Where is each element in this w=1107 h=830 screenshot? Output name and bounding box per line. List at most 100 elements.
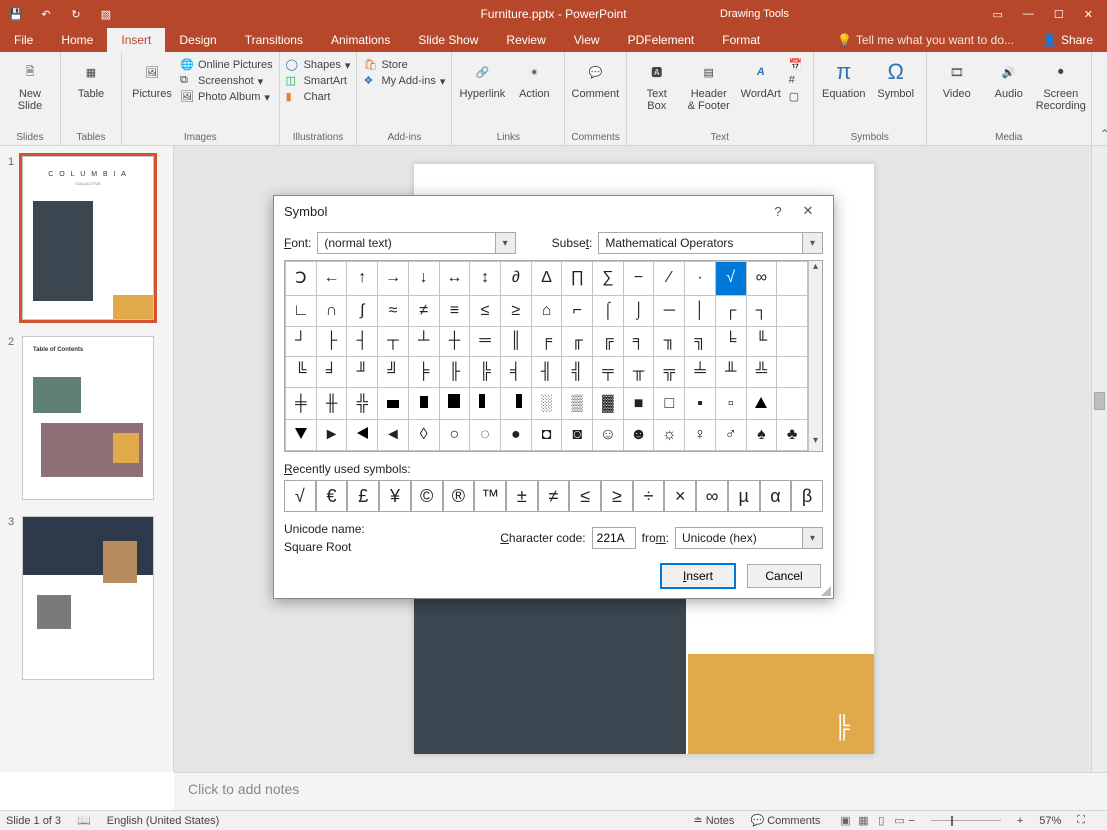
insert-button[interactable]: Insert bbox=[661, 564, 735, 588]
recent-symbol-cell[interactable]: ¥ bbox=[379, 480, 411, 512]
symbol-cell[interactable]: ► bbox=[316, 420, 347, 451]
symbol-cell[interactable]: ╢ bbox=[531, 357, 562, 388]
symbol-cell[interactable]: ╬ bbox=[347, 387, 378, 419]
symbol-cell[interactable]: Ↄ bbox=[286, 262, 317, 296]
recent-symbol-cell[interactable]: µ bbox=[728, 480, 760, 512]
symbol-cell[interactable]: ╩ bbox=[746, 357, 777, 388]
save-icon[interactable]: 💾 bbox=[6, 8, 26, 21]
symbol-cell[interactable]: ☺ bbox=[593, 420, 624, 451]
recent-symbol-cell[interactable]: × bbox=[664, 480, 696, 512]
status-comments-button[interactable]: 💬 Comments bbox=[750, 814, 820, 827]
symbol-cell[interactable]: ∑ bbox=[593, 262, 624, 296]
symbol-cell[interactable]: ╧ bbox=[685, 357, 716, 388]
symbol-cell[interactable]: ╜ bbox=[347, 357, 378, 388]
symbol-cell[interactable]: ◌ bbox=[470, 420, 501, 451]
notes-pane[interactable]: Click to add notes bbox=[174, 772, 1107, 810]
recent-symbol-cell[interactable]: £ bbox=[347, 480, 379, 512]
recent-symbol-cell[interactable]: © bbox=[411, 480, 443, 512]
symbol-cell[interactable] bbox=[746, 387, 777, 419]
dialog-help-button[interactable]: ? bbox=[763, 204, 793, 219]
symbol-cell[interactable]: ┴ bbox=[408, 326, 439, 357]
symbol-cell[interactable]: ☻ bbox=[623, 420, 654, 451]
symbol-cell[interactable]: ─ bbox=[654, 295, 685, 326]
char-code-input[interactable] bbox=[592, 527, 636, 549]
symbol-cell[interactable]: ∂ bbox=[500, 262, 531, 296]
normal-view-icon[interactable]: ▣ bbox=[836, 814, 854, 827]
tab-slideshow[interactable]: Slide Show bbox=[404, 28, 492, 52]
slide-thumbnail-3[interactable] bbox=[22, 516, 154, 680]
equation-button[interactable]: πEquation bbox=[820, 56, 868, 100]
symbol-cell[interactable]: ╙ bbox=[746, 326, 777, 357]
video-button[interactable]: 🎞Video bbox=[933, 56, 981, 100]
symbol-button[interactable]: ΩSymbol bbox=[872, 56, 920, 100]
symbol-cell[interactable]: ■ bbox=[623, 387, 654, 419]
fit-to-window-icon[interactable]: ⛶ bbox=[1077, 814, 1085, 827]
symbol-cell[interactable]: ∞ bbox=[746, 262, 777, 296]
symbol-cell[interactable] bbox=[777, 357, 808, 388]
symbol-cell[interactable]: ∏ bbox=[562, 262, 593, 296]
symbol-cell[interactable] bbox=[347, 420, 378, 451]
recent-symbol-cell[interactable]: € bbox=[316, 480, 348, 512]
symbol-cell[interactable] bbox=[378, 387, 409, 419]
symbol-cell[interactable]: ≤ bbox=[470, 295, 501, 326]
chart-button[interactable]: ▮Chart bbox=[286, 90, 351, 104]
scroll-up-icon[interactable]: ▴ bbox=[809, 261, 822, 277]
tab-format[interactable]: Format bbox=[708, 28, 774, 52]
symbol-cell[interactable]: ↓ bbox=[408, 262, 439, 296]
recent-symbol-cell[interactable]: ÷ bbox=[633, 480, 665, 512]
tell-me-search[interactable]: 💡 Tell me what you want to do... bbox=[823, 28, 1028, 52]
symbol-cell[interactable]: ↔ bbox=[439, 262, 470, 296]
canvas-vertical-scrollbar[interactable] bbox=[1091, 146, 1107, 772]
symbol-cell[interactable]: ⌡ bbox=[623, 295, 654, 326]
recent-symbol-cell[interactable]: α bbox=[760, 480, 792, 512]
restore-icon[interactable]: ☐ bbox=[1054, 8, 1064, 21]
wordart-button[interactable]: AWordArt bbox=[737, 56, 785, 100]
tab-review[interactable]: Review bbox=[492, 28, 559, 52]
symbol-cell[interactable]: ⌐ bbox=[562, 295, 593, 326]
store-button[interactable]: 🛍Store bbox=[363, 58, 445, 72]
symbol-cell[interactable]: ╪ bbox=[286, 387, 317, 419]
zoom-out-button[interactable]: − bbox=[908, 815, 914, 827]
audio-button[interactable]: 🔊Audio bbox=[985, 56, 1033, 100]
symbol-cell[interactable]: ∩ bbox=[316, 295, 347, 326]
symbol-cell[interactable]: ╞ bbox=[408, 357, 439, 388]
font-combobox[interactable]: (normal text) ▾ bbox=[317, 232, 515, 254]
reading-view-icon[interactable]: ▯ bbox=[872, 814, 890, 827]
recent-symbol-cell[interactable]: β bbox=[791, 480, 823, 512]
object-button[interactable]: ▢ bbox=[789, 90, 807, 104]
symbol-cell[interactable]: ╦ bbox=[654, 357, 685, 388]
tab-home[interactable]: Home bbox=[47, 28, 107, 52]
minimize-icon[interactable]: — bbox=[1023, 8, 1034, 21]
symbol-cell[interactable]: ┐ bbox=[746, 295, 777, 326]
table-button[interactable]: ▦ Table bbox=[67, 56, 115, 100]
recent-symbol-cell[interactable]: ± bbox=[506, 480, 538, 512]
collapse-ribbon-icon[interactable]: ⌃ bbox=[1098, 125, 1107, 143]
symbol-grid[interactable]: Ↄ←↑→↓↔↕∂∆∏∑−∕∙√∞∟∩∫≈≠≡≤≥⌂⌐⌠⌡─│┌┐┘├┤┬┴┼═║… bbox=[285, 261, 808, 451]
zoom-percent[interactable]: 57% bbox=[1039, 815, 1061, 827]
symbol-cell[interactable]: ║ bbox=[500, 326, 531, 357]
chevron-down-icon[interactable]: ▾ bbox=[802, 233, 822, 253]
symbol-cell[interactable]: ░ bbox=[531, 387, 562, 419]
symbol-cell[interactable]: ◄ bbox=[378, 420, 409, 451]
share-button[interactable]: 👤 Share bbox=[1028, 28, 1107, 52]
scrollbar-thumb[interactable] bbox=[1094, 392, 1105, 410]
symbol-cell[interactable]: ∕ bbox=[654, 262, 685, 296]
symbol-cell[interactable]: ╥ bbox=[623, 357, 654, 388]
recent-symbol-cell[interactable]: ≤ bbox=[569, 480, 601, 512]
zoom-slider-thumb[interactable] bbox=[951, 816, 953, 826]
symbol-cell[interactable]: ◘ bbox=[531, 420, 562, 451]
symbol-cell[interactable]: ♠ bbox=[746, 420, 777, 451]
recent-symbol-cell[interactable]: ™ bbox=[474, 480, 506, 512]
symbol-cell[interactable]: ⌠ bbox=[593, 295, 624, 326]
symbol-cell[interactable]: − bbox=[623, 262, 654, 296]
tab-animations[interactable]: Animations bbox=[317, 28, 404, 52]
symbol-cell[interactable]: ╝ bbox=[378, 357, 409, 388]
symbol-cell[interactable]: ↑ bbox=[347, 262, 378, 296]
symbol-cell[interactable]: ↕ bbox=[470, 262, 501, 296]
slideshow-view-icon[interactable]: ▭ bbox=[890, 814, 908, 827]
symbol-cell[interactable]: ● bbox=[500, 420, 531, 451]
symbol-cell[interactable]: ∫ bbox=[347, 295, 378, 326]
slide-sorter-view-icon[interactable]: ▦ bbox=[854, 814, 872, 827]
date-time-button[interactable]: 📅 bbox=[789, 58, 807, 72]
subset-combobox[interactable]: Mathematical Operators ▾ bbox=[598, 232, 823, 254]
